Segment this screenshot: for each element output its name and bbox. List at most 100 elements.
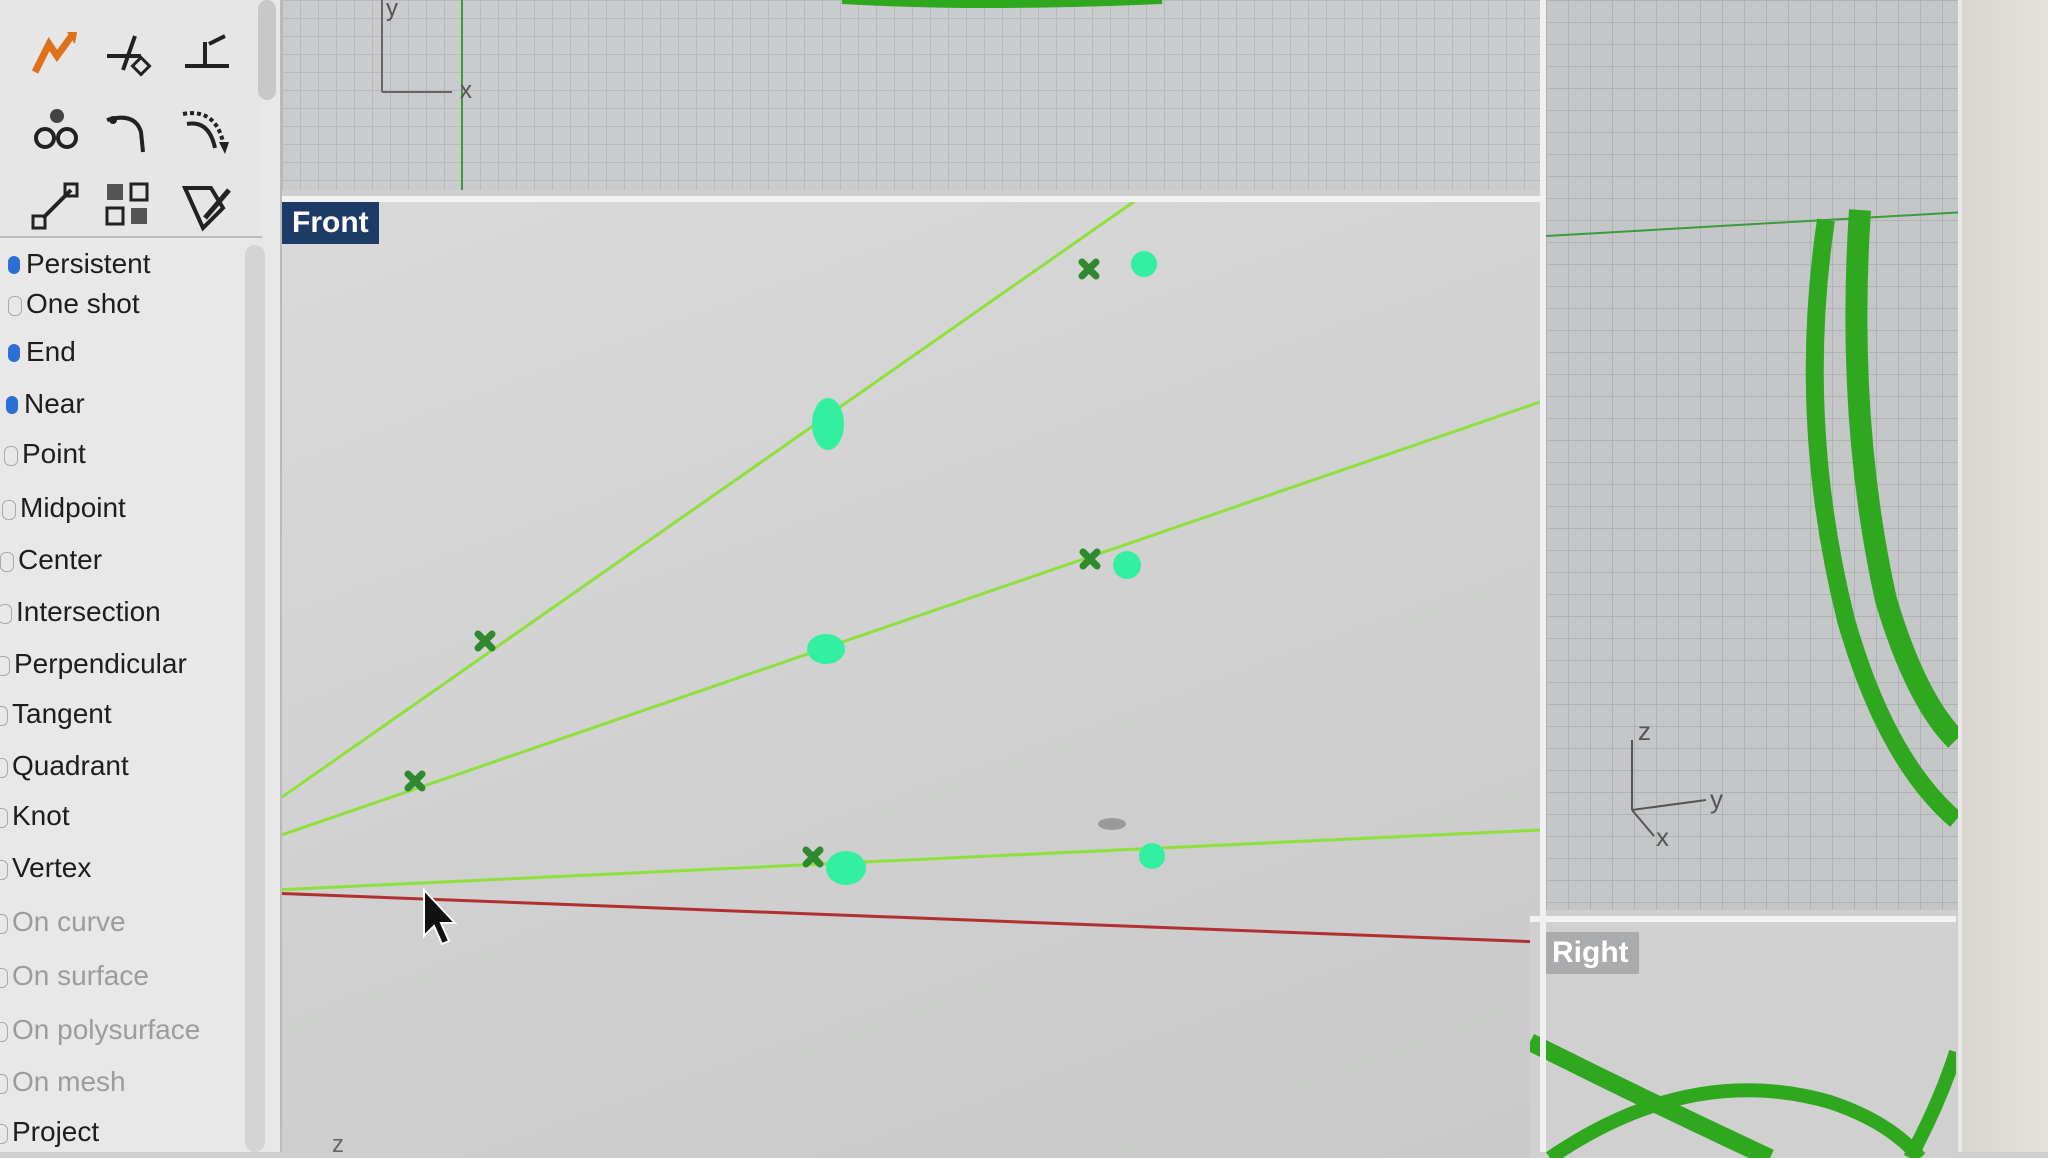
left-sidebar: Persistent One shot End Near Point Midpoint Ce… <box>0 0 282 1152</box>
osnap-item-label: On curve <box>12 906 126 937</box>
selected-point <box>812 398 844 450</box>
osnap-item-label: On mesh <box>12 1066 126 1097</box>
array-tool-icon[interactable] <box>98 176 160 236</box>
persp-axis-z-label: z <box>1638 716 1651 746</box>
osnap-item-end[interactable]: End <box>8 332 76 372</box>
selected-point <box>1113 551 1141 579</box>
osnap-checkbox[interactable] <box>0 656 10 676</box>
osnap-item-knot[interactable]: Knot <box>0 796 70 836</box>
osnap-item-near[interactable]: Near <box>6 384 85 424</box>
top-viewport-canvas: y x <box>381 0 1163 190</box>
3d-curve-shape <box>1845 209 1964 748</box>
osnap-checkbox[interactable] <box>0 1022 8 1042</box>
osnap-checkbox[interactable] <box>0 604 12 624</box>
osnap-item-label: Persistent <box>26 248 151 279</box>
osnap-item-perpendicular[interactable]: Perpendicular <box>0 644 187 684</box>
split-tool-icon[interactable] <box>176 24 238 84</box>
osnap-item-on-mesh[interactable]: On mesh <box>0 1062 126 1102</box>
selected-point <box>826 851 866 885</box>
osnap-item-label: On polysurface <box>12 1014 201 1045</box>
osnap-checkbox[interactable] <box>0 1124 8 1144</box>
viewport-divider[interactable] <box>1540 0 1546 1152</box>
offset-curve-tool-icon[interactable] <box>176 100 238 160</box>
scale-tool-icon[interactable] <box>24 176 86 236</box>
screen-bezel <box>1962 0 2048 1152</box>
osnap-checkbox[interactable] <box>0 860 8 880</box>
persp-axis-y-label: y <box>1710 784 1723 814</box>
curve-2 <box>282 400 1540 837</box>
osnap-checkbox[interactable] <box>0 552 14 572</box>
curve-tools-toolbar <box>0 0 262 238</box>
curve-1 <box>282 202 1137 799</box>
osnap-item-label: Center <box>18 544 103 575</box>
osnap-checkbox[interactable] <box>0 968 8 988</box>
top-axis-x-label: x <box>460 77 472 104</box>
selected-point <box>807 634 845 664</box>
right-viewport[interactable]: Right <box>1530 916 1956 1158</box>
osnap-scrollbar[interactable] <box>245 245 265 1152</box>
osnap-item-quadrant[interactable]: Quadrant <box>0 746 129 786</box>
osnap-checkbox[interactable] <box>6 396 18 414</box>
osnap-checkbox[interactable] <box>8 344 20 362</box>
osnap-item-vertex[interactable]: Vertex <box>0 848 91 888</box>
osnap-item-label: Intersection <box>16 596 161 627</box>
control-point-x-marker <box>404 770 426 792</box>
front-viewport[interactable]: z Front <box>282 196 1540 1158</box>
osnap-item-one-shot[interactable]: One shot <box>8 284 140 324</box>
right-view-curve <box>1903 1049 1956 1158</box>
osnap-checkbox[interactable] <box>0 808 8 828</box>
selected-point <box>1139 843 1165 869</box>
perspective-viewport-canvas: z y x <box>1546 209 1966 852</box>
osnap-item-point[interactable]: Point <box>4 434 86 474</box>
fillet-tool-icon[interactable] <box>98 100 160 160</box>
osnap-checkbox[interactable] <box>8 296 22 316</box>
right-viewport-label[interactable]: Right <box>1542 932 1639 974</box>
osnap-item-on-curve[interactable]: On curve <box>0 902 126 942</box>
osnap-checkbox[interactable] <box>0 758 8 778</box>
x-axis-line <box>282 892 1540 944</box>
osnap-item-label: End <box>26 336 76 367</box>
persp-axis-x-label: x <box>1656 822 1669 852</box>
control-point-x-marker <box>802 846 824 868</box>
osnap-item-center[interactable]: Center <box>0 540 103 580</box>
control-point-x-marker <box>474 630 496 652</box>
osnap-item-label: Knot <box>12 800 70 831</box>
osnap-item-label: Project <box>12 1116 100 1147</box>
extend-tool-icon[interactable] <box>24 24 86 84</box>
osnap-checkbox[interactable] <box>4 446 18 466</box>
osnap-item-intersection[interactable]: Intersection <box>0 592 161 632</box>
osnap-item-project[interactable]: Project <box>0 1112 99 1152</box>
osnap-checkbox[interactable] <box>2 500 16 520</box>
trim-tool-icon[interactable] <box>98 24 160 84</box>
osnap-item-label: Vertex <box>12 852 92 883</box>
osnap-checkbox[interactable] <box>8 256 20 274</box>
osnap-item-persistent[interactable]: Persistent <box>8 244 151 284</box>
osnap-item-label: Perpendicular <box>14 648 187 679</box>
osnap-item-on-polysurface[interactable]: On polysurface <box>0 1010 200 1050</box>
top-viewport[interactable]: y x <box>282 0 1540 190</box>
mouse-cursor <box>423 887 458 946</box>
osnap-item-label: On surface <box>12 960 149 991</box>
control-point-x-marker <box>1079 548 1101 570</box>
points-tool-icon[interactable] <box>24 100 86 160</box>
control-point-x-marker <box>1078 258 1100 280</box>
osnap-checkbox[interactable] <box>0 706 8 726</box>
osnap-item-label: Point <box>22 438 86 469</box>
front-viewport-label[interactable]: Front <box>282 202 379 244</box>
osnap-item-label: Quadrant <box>12 750 129 781</box>
osnap-checkbox[interactable] <box>0 914 8 934</box>
selected-point <box>1131 251 1157 277</box>
perspective-viewport[interactable]: z y x <box>1546 0 1966 910</box>
front-axis-z-label: z <box>332 1131 344 1158</box>
osnap-item-label: Midpoint <box>20 492 126 523</box>
osnap-item-label: Tangent <box>12 698 112 729</box>
osnap-item-midpoint[interactable]: Midpoint <box>2 488 126 528</box>
toolbar-scrollbar[interactable] <box>258 0 276 100</box>
osnap-item-label: Near <box>24 388 85 419</box>
curve-3 <box>282 828 1540 892</box>
edit-tool-icon[interactable] <box>176 176 238 236</box>
front-viewport-canvas: z <box>282 202 1540 1158</box>
osnap-checkbox[interactable] <box>0 1074 8 1094</box>
osnap-item-on-surface[interactable]: On surface <box>0 956 149 996</box>
osnap-item-tangent[interactable]: Tangent <box>0 694 112 734</box>
